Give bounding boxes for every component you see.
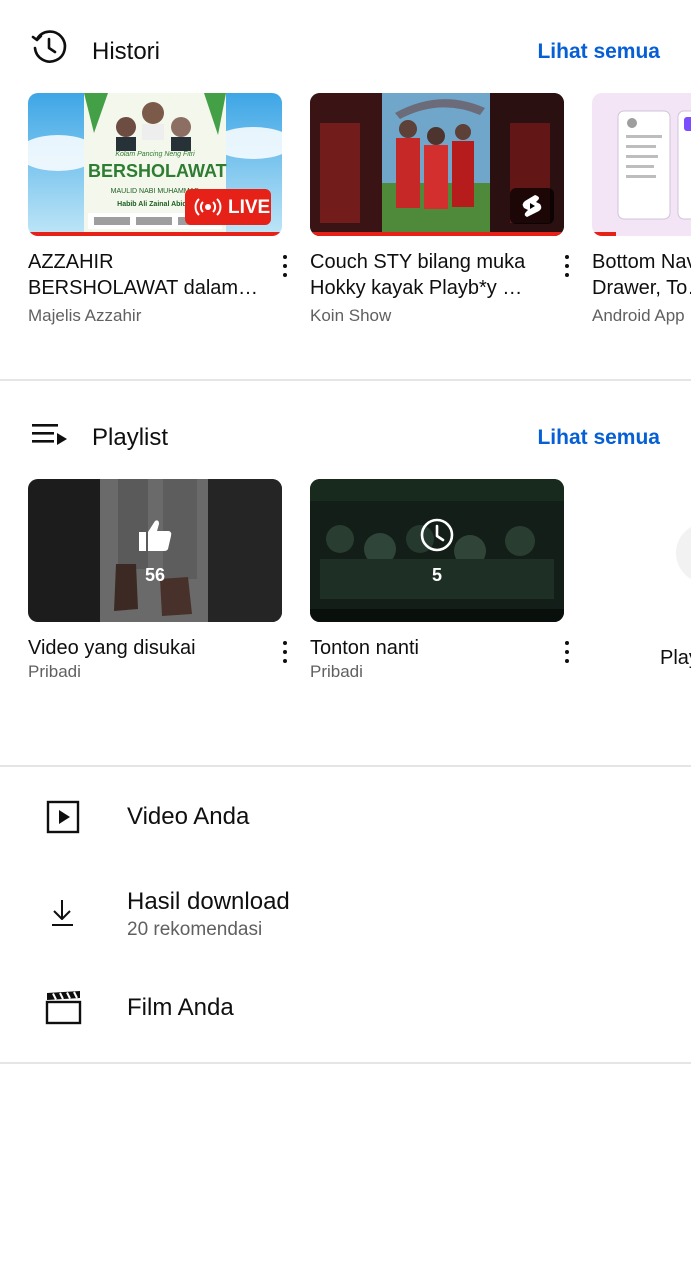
history-icon (31, 30, 67, 63)
shorts-badge (510, 188, 554, 224)
more-options-icon[interactable] (559, 639, 575, 665)
shorts-icon (522, 195, 542, 217)
new-playlist-circle[interactable] (676, 523, 691, 583)
channel-name: Koin Show (310, 306, 392, 325)
history-header: Histori Lihat semua (0, 14, 691, 74)
watch-progress-bar (310, 232, 564, 236)
section-divider (0, 379, 691, 381)
playlist-title-text[interactable]: Video yang disukai (28, 635, 260, 661)
your-videos-item[interactable]: Video Anda (0, 777, 691, 857)
playlist-video-count: 5 (431, 565, 442, 585)
playlist-video-count: 56 (144, 565, 166, 585)
playlist-thumbnail[interactable]: 56 (28, 479, 282, 622)
your-movies-item[interactable]: Film Anda (0, 968, 691, 1048)
playlist-overlay: 5 (310, 479, 564, 622)
playlist-header: Playlist Lihat semua (0, 400, 691, 460)
playlist-icon (32, 424, 67, 445)
thumbnail-caption-1: Kolam Pancing Neng Fitri (115, 151, 195, 158)
clapperboard-icon (45, 991, 82, 1025)
playlist-title-text[interactable]: Tonton nanti (310, 635, 542, 661)
video-thumbnail[interactable]: Kolam Pancing Neng Fitri BERSHOLAWAT MAU… (28, 93, 282, 236)
video-title[interactable]: AZZAHIR BERSHOLAWAT dalam… (28, 249, 260, 301)
watch-progress-bar (28, 232, 282, 236)
live-badge-label: LIVE (228, 197, 271, 218)
channel-name: Majelis Azzahir (28, 306, 142, 325)
video-thumbnail[interactable] (592, 93, 691, 236)
playlist-thumbnail[interactable]: 5 (310, 479, 564, 622)
thumbnail-caption-2: BERSHOLAWAT (88, 161, 227, 181)
playlist-owner: Pribadi (310, 662, 363, 681)
channel-name: Android App (592, 306, 685, 325)
section-divider (0, 765, 691, 767)
new-playlist-label[interactable]: Playlist baru (660, 647, 691, 670)
playlist-title: Playlist (92, 424, 169, 451)
downloads-item[interactable]: Hasil download 20 rekomendasi (0, 872, 691, 962)
download-icon (52, 900, 73, 926)
video-title[interactable]: Couch STY bilang muka Hokky kayak Playb*… (310, 249, 542, 301)
thumbnail-image (592, 93, 691, 236)
history-video-card[interactable]: Bottom Navigation Drawer, To… Android Ap… (592, 93, 691, 333)
video-play-icon (46, 800, 80, 834)
downloads-sublabel: 20 rekomendasi (127, 919, 263, 940)
live-badge: LIVE (185, 189, 271, 225)
more-options-icon[interactable] (277, 253, 293, 279)
more-options-icon[interactable] (277, 639, 293, 665)
live-broadcast-icon (194, 198, 222, 216)
your-videos-label: Video Anda (127, 803, 250, 830)
your-movies-label: Film Anda (127, 994, 234, 1021)
clock-icon (420, 518, 454, 552)
thumbs-up-icon (139, 520, 172, 551)
more-options-icon[interactable] (559, 253, 575, 279)
downloads-label: Hasil download (127, 888, 290, 915)
video-title[interactable]: Bottom Navigation Drawer, To… (592, 249, 691, 301)
playlist-see-all-link[interactable]: Lihat semua (537, 426, 660, 450)
watch-progress-bar (592, 232, 616, 236)
playlist-overlay: 56 (28, 479, 282, 622)
history-see-all-link[interactable]: Lihat semua (537, 40, 660, 64)
new-playlist-card[interactable]: Playlist baru (650, 479, 691, 679)
history-title: Histori (92, 38, 161, 65)
section-divider (0, 1062, 691, 1064)
playlist-owner: Pribadi (28, 662, 81, 681)
